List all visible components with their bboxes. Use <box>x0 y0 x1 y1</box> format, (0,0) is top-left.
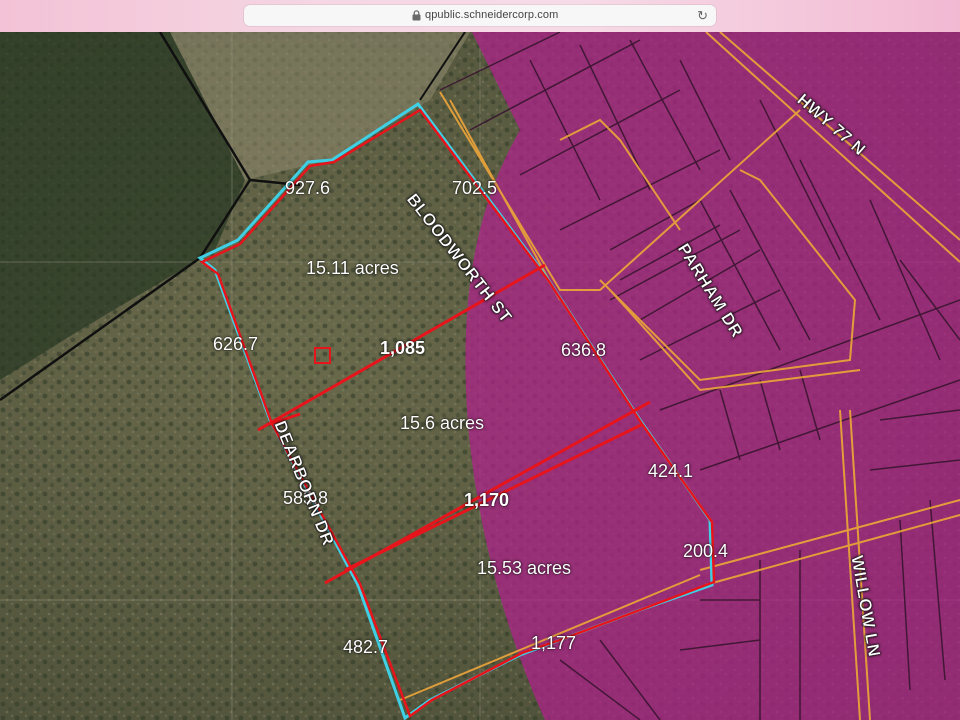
acreage-tract-north: 15.11 acres <box>306 258 399 278</box>
address-bar[interactable]: qpublic.schneidercorp.com ↻ <box>244 5 716 26</box>
measure-southeast: 200.4 <box>683 541 729 561</box>
measure-south-east: 1,177 <box>531 633 577 653</box>
lock-icon <box>412 10 421 21</box>
address-url: qpublic.schneidercorp.com <box>425 9 559 21</box>
measure-top-east: 702.5 <box>452 178 498 198</box>
acreage-tract-south: 15.53 acres <box>477 558 572 578</box>
map-canvas <box>0 32 960 720</box>
measure-top-north: 927.6 <box>285 178 331 198</box>
measure-south-west: 482.7 <box>343 637 389 657</box>
browser-toolbar: qpublic.schneidercorp.com ↻ <box>0 0 960 32</box>
measure-east-upper: 636.8 <box>561 340 607 360</box>
measure-east-lower: 424.1 <box>648 461 694 481</box>
parcel-map[interactable]: 927.6 702.5 626.7 583.8 636.8 424.1 200.… <box>0 32 960 720</box>
reload-icon[interactable]: ↻ <box>697 8 708 24</box>
measure-division-south: 1,170 <box>464 490 510 510</box>
measure-west-upper: 626.7 <box>213 334 259 354</box>
measure-division-north: 1,085 <box>380 338 426 358</box>
acreage-tract-middle: 15.6 acres <box>400 413 485 433</box>
